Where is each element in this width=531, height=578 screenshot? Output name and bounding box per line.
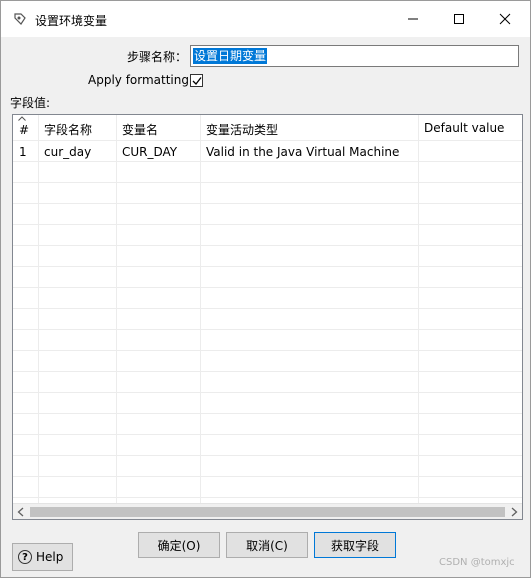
cell-variable-name[interactable]: CUR_DAY	[122, 145, 177, 159]
column-header-num[interactable]: #	[19, 123, 29, 137]
checkmark-icon	[192, 77, 202, 85]
fields-label: 字段值:	[10, 96, 51, 110]
sort-caret-icon	[18, 116, 26, 121]
table-row	[13, 183, 522, 204]
window-title: 设置环境变量	[35, 14, 108, 28]
scrollbar-thumb[interactable]	[30, 507, 505, 517]
maximize-icon	[454, 14, 464, 24]
column-header-field-name[interactable]: 字段名称	[44, 121, 92, 138]
cell-field-name[interactable]: cur_day	[44, 145, 91, 159]
table-row	[13, 372, 522, 393]
step-name-label: 步骤名称：	[127, 50, 188, 64]
get-fields-button[interactable]: 获取字段	[314, 532, 396, 558]
table-row	[13, 456, 522, 477]
minimize-icon	[408, 18, 418, 20]
row-number: 1	[19, 145, 27, 159]
watermark: CSDN @tomxjc	[439, 557, 515, 568]
table-row	[13, 435, 522, 456]
column-header-variable-type[interactable]: 变量活动类型	[206, 121, 278, 138]
horizontal-scrollbar[interactable]	[13, 503, 522, 519]
step-name-value: 设置日期变量	[193, 48, 268, 64]
help-icon: ?	[18, 550, 32, 564]
table-row	[13, 246, 522, 267]
table-row	[13, 162, 522, 183]
minimize-button[interactable]	[390, 1, 436, 37]
table-row	[13, 225, 522, 246]
table-row	[13, 414, 522, 435]
step-name-input[interactable]: 设置日期变量	[190, 45, 519, 67]
table-row[interactable]: 1 cur_day CUR_DAY Valid in the Java Virt…	[13, 141, 522, 162]
close-icon	[499, 13, 511, 25]
apply-formatting-label: Apply formatting	[88, 73, 189, 87]
close-button[interactable]	[482, 1, 528, 37]
table-row	[13, 351, 522, 372]
scroll-right-icon[interactable]	[511, 507, 518, 517]
table-row	[13, 393, 522, 414]
column-header-variable-name[interactable]: 变量名	[122, 121, 158, 138]
table-row	[13, 288, 522, 309]
fields-table[interactable]: # 字段名称 变量名 变量活动类型 Default value 1 cur_da…	[12, 114, 523, 520]
table-row	[13, 477, 522, 498]
dialog-window: 设置环境变量 步骤名称： 设置日期变量 Apply formatting 字段值…	[0, 0, 531, 578]
cancel-button[interactable]: 取消(C)	[226, 532, 308, 558]
table-row	[13, 330, 522, 351]
table-row	[13, 309, 522, 330]
apply-formatting-checkbox[interactable]	[190, 74, 203, 87]
scroll-left-icon[interactable]	[17, 507, 24, 517]
help-label: Help	[36, 550, 64, 564]
title-bar: 设置环境变量	[1, 1, 530, 37]
cell-variable-type[interactable]: Valid in the Java Virtual Machine	[206, 145, 399, 159]
table-header: # 字段名称 变量名 变量活动类型 Default value	[13, 115, 522, 141]
app-icon	[14, 13, 26, 25]
help-button[interactable]: ? Help	[12, 543, 73, 571]
column-header-default-value[interactable]: Default value	[424, 121, 504, 135]
maximize-button[interactable]	[436, 1, 482, 37]
table-row	[13, 267, 522, 288]
ok-button[interactable]: 确定(O)	[138, 532, 220, 558]
table-row	[13, 204, 522, 225]
